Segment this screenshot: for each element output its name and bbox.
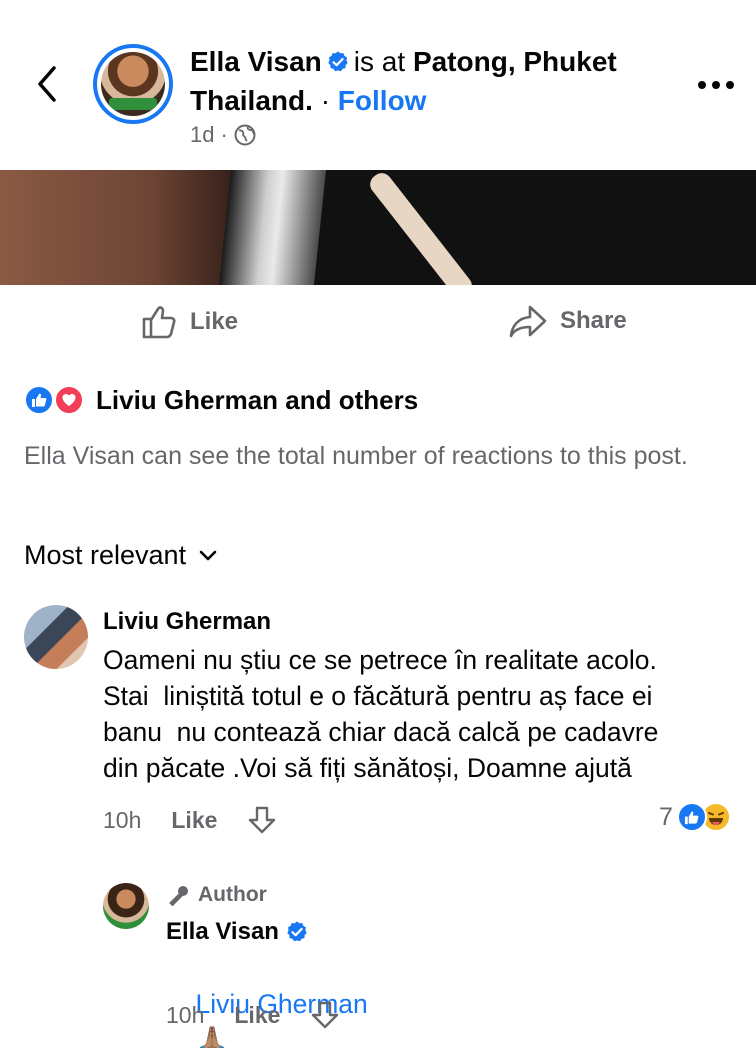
checkin-text: is at [353,46,406,77]
sort-label: Most relevant [24,540,187,570]
meta-dot: · [220,122,228,147]
reply-arrow-icon [249,806,276,834]
thumbs-up-icon [142,306,176,339]
comment-time[interactable]: 10h [166,1002,204,1029]
comment-sort-dropdown[interactable]: Most relevant [24,540,218,571]
comment-text: Oameni nu știu ce se petrece în realitat… [103,645,659,783]
comment-reaction-count: 7 [659,802,673,831]
commenter-avatar[interactable] [24,605,88,669]
comment-meta: 10h Like [103,805,279,835]
like-reaction-icon [676,802,707,832]
love-reaction-icon [54,385,84,415]
post-actions: Like Share [0,295,756,355]
reply-comment: Author Ella Visan Liviu Gherman 🙏🏽 10h L… [103,880,743,1048]
chevron-left-icon [38,66,56,102]
reactors-summary-text: Liviu Gherman and others [96,384,419,415]
back-button[interactable] [30,62,64,106]
reply-author[interactable]: Ella Visan [166,918,309,946]
author-badge-label: Author [198,883,267,906]
reply-author-name: Ella Visan [166,918,279,945]
verified-badge-icon [287,921,307,942]
comment: Liviu Gherman Oameni nu știu ce se petre… [24,605,744,845]
title-separator: · [320,85,331,116]
post-photo[interactable] [0,170,756,285]
comment-like-button[interactable]: Like [234,1002,280,1029]
more-options-button[interactable] [694,70,738,100]
author-name[interactable]: Ella Visan [190,46,322,77]
commenter-name[interactable]: Liviu Gherman [103,608,271,636]
reactions-visibility-note: Ella Visan can see the total number of r… [24,442,688,470]
comment-time[interactable]: 10h [103,807,141,834]
globe-icon [234,124,256,146]
comment-reactions[interactable]: 7 [659,802,731,832]
reaction-icons [24,383,90,417]
author-avatar[interactable] [93,44,173,124]
post-title: Ella Visan is at Patong, Phuket Thailand… [190,42,670,120]
share-button[interactable]: Share [508,303,627,339]
avatar-image [101,52,165,116]
commenter-avatar[interactable] [103,883,149,929]
share-label: Share [560,307,627,334]
verified-badge-icon [328,51,348,72]
share-arrow-icon [509,305,547,338]
more-dots-icon [698,81,734,89]
post-meta: 1d · [190,122,256,148]
author-badge: Author [168,883,267,907]
comment-like-button[interactable]: Like [171,807,217,834]
reply-arrow-icon [312,1001,339,1029]
reply-button[interactable] [247,805,279,835]
comment-meta: 10h Like [166,1000,342,1030]
post-time[interactable]: 1d [190,122,214,148]
chevron-down-icon [199,550,217,560]
reactions-summary[interactable]: Liviu Gherman and others [24,383,418,417]
post-header: Ella Visan is at Patong, Phuket Thailand… [0,0,756,170]
microphone-icon [169,886,188,906]
reply-button[interactable] [310,1000,342,1030]
like-button[interactable]: Like [140,303,238,341]
like-reaction-icon [24,385,54,415]
follow-button[interactable]: Follow [338,85,427,116]
like-label: Like [190,308,239,335]
reply-text: Liviu Gherman 🙏🏽 [166,950,367,1048]
